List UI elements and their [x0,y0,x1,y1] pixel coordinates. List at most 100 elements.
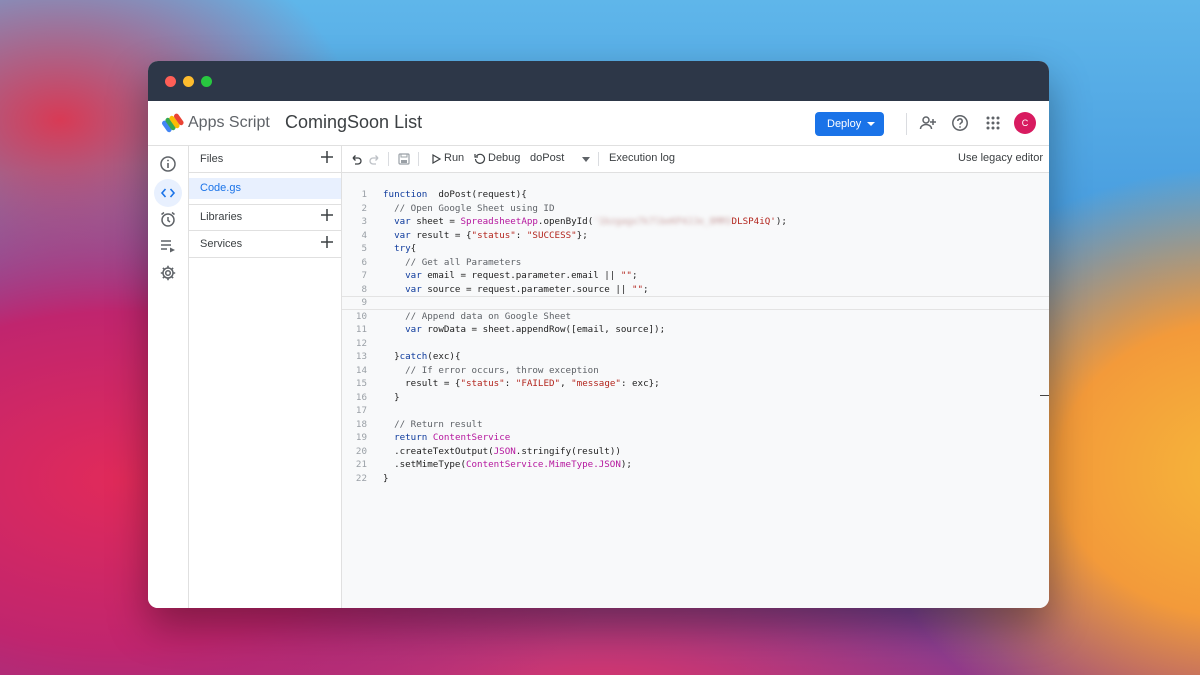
code-token: function [383,189,428,200]
code-token: ; [631,270,638,281]
code-line[interactable]: 5 try{ [342,242,1049,256]
triggers-icon[interactable] [159,210,177,228]
code-line[interactable]: 1 function doPost(request){ [342,188,1049,202]
use-legacy-editor-link[interactable]: Use legacy editor [958,152,1043,164]
line-number: 12 [355,337,367,349]
line-number: 2 [361,202,367,214]
code-token: ContentService.MimeType.JSON [465,459,621,470]
code-line[interactable]: 3 var sheet = SpreadsheetApp.openById('1… [342,215,1049,229]
left-nav-rail [148,146,189,608]
apps-grid-icon[interactable] [984,114,1002,132]
code-token: var [383,216,411,227]
code-text: try{ [383,242,416,256]
deploy-label: Deploy [827,118,862,130]
editor-icon[interactable] [159,184,177,202]
maximize-window-button[interactable] [201,76,212,87]
app-header: Apps Script ComingSoon List Deploy C [148,101,1049,146]
line-number: 11 [355,324,367,335]
code-token: { [410,243,417,254]
services-label: Services [200,238,243,250]
code-line[interactable]: 4 var result = {"status": "SUCCESS"}; [342,229,1049,243]
window-titlebar [148,61,1049,101]
libraries-label: Libraries [200,211,243,223]
code-line[interactable]: 17 [342,404,1049,418]
line-number: 17 [355,405,367,416]
code-line[interactable]: 19 return ContentService [342,431,1049,445]
code-line[interactable]: 20 .createTextOutput(JSON.stringify(resu… [342,445,1049,459]
code-token: var [383,270,422,281]
code-text: function doPost(request){ [383,188,527,202]
settings-icon[interactable] [159,264,177,282]
debug-icon[interactable] [474,153,486,165]
code-token: result = { [410,229,472,241]
code-line[interactable]: 18 // Return result [342,418,1049,432]
add-service-plus-icon[interactable] [321,236,333,248]
services-header[interactable]: Services [189,231,341,257]
add-file-plus-icon[interactable] [321,151,333,163]
code-lines[interactable]: 1 function doPost(request){2 // Open Goog… [342,188,1049,485]
minimize-window-button[interactable] [183,76,194,87]
code-token: } [383,472,389,484]
overview-icon[interactable] [159,155,177,173]
code-line[interactable]: 16 } [342,391,1049,405]
project-title[interactable]: ComingSoon List [285,112,422,133]
line-number: 8 [361,283,367,295]
executions-icon[interactable] [159,237,177,255]
run-button[interactable]: Run [444,152,464,164]
code-text: var source = request.parameter.source ||… [383,283,648,297]
code-token: try [383,243,411,254]
code-token: "" [631,283,644,295]
line-number: 3 [361,216,367,227]
code-text: return ContentService [383,431,510,445]
help-icon[interactable] [951,114,969,132]
code-token: sheet = [410,216,461,227]
run-play-icon[interactable] [430,153,442,165]
code-line[interactable]: 2 // Open Google Sheet using ID [342,202,1049,216]
debug-button[interactable]: Debug [488,152,520,164]
code-line[interactable]: 7 var email = request.parameter.email ||… [342,269,1049,283]
line-number: 10 [355,310,367,322]
code-text: .setMimeType(ContentService.MimeType.JSO… [383,458,632,472]
file-item-code-gs[interactable]: Code.gs [189,178,341,199]
code-text: // Get all Parameters [383,256,521,270]
line-number: 5 [361,243,367,254]
code-text: // Open Google Sheet using ID [383,202,554,216]
line-number: 19 [355,432,367,443]
code-line[interactable]: 11 var rowData = sheet.appendRow([email,… [342,323,1049,337]
code-line[interactable]: 22} [342,472,1049,486]
add-collaborator-icon[interactable] [919,114,937,132]
code-line[interactable]: 6 // Get all Parameters [342,256,1049,270]
code-line[interactable]: 21 .setMimeType(ContentService.MimeType.… [342,458,1049,472]
code-token: // Return result [383,418,483,430]
code-line[interactable]: 12 [342,337,1049,351]
libraries-header[interactable]: Libraries [189,204,341,230]
divider [189,172,341,173]
code-token: // Open Google Sheet using ID [383,202,555,214]
account-avatar[interactable]: C [1014,112,1036,134]
line-number: 13 [355,351,367,362]
code-line[interactable]: 8 var source = request.parameter.source … [342,283,1049,297]
code-text: }catch(exc){ [383,350,460,364]
save-icon[interactable] [398,153,410,165]
code-editor-area: Run Debug doPost Execution log Use legac… [342,146,1049,608]
code-token: var [383,229,411,241]
code-line[interactable]: 14 // If error occurs, throw exception [342,364,1049,378]
app-name: Apps Script [188,114,270,131]
execution-log-button[interactable]: Execution log [609,152,675,164]
chevron-down-icon[interactable] [582,157,590,162]
code-line[interactable]: 9 [342,296,1049,310]
code-text: var sheet = SpreadsheetApp.openById('1bz… [383,215,787,229]
code-token: .stringify(result)) [515,445,621,457]
undo-icon[interactable] [350,153,362,165]
code-token: } [383,391,400,403]
function-select[interactable]: doPost [530,152,564,164]
code-token: , [560,378,572,389]
redo-icon[interactable] [369,153,381,165]
code-line[interactable]: 15 result = {"status": "FAILED", "messag… [342,377,1049,391]
code-text: // Return result [383,418,483,432]
deploy-button[interactable]: Deploy [815,112,884,136]
close-window-button[interactable] [165,76,176,87]
code-line[interactable]: 13 }catch(exc){ [342,350,1049,364]
code-line[interactable]: 10 // Append data on Google Sheet [342,310,1049,324]
add-library-plus-icon[interactable] [321,209,333,221]
